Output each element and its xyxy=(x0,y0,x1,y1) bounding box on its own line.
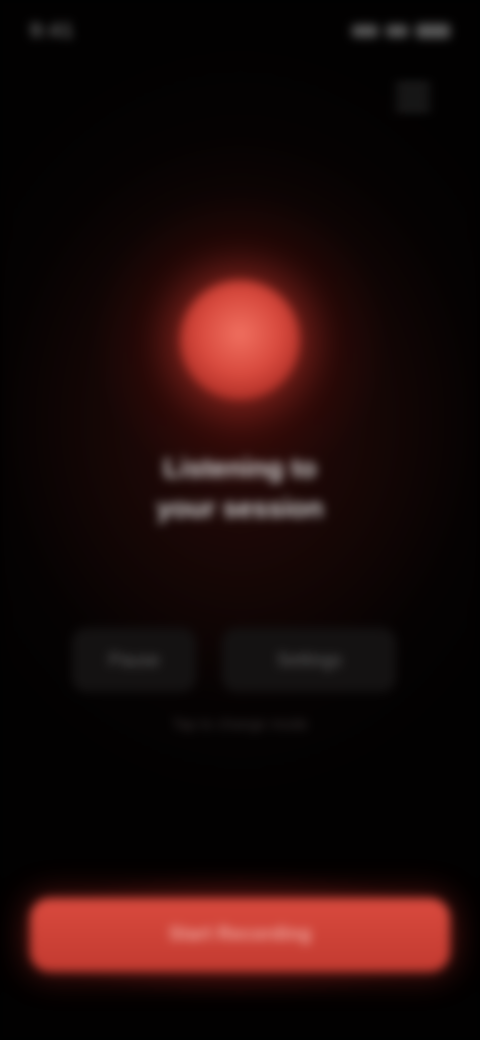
option-pause-button[interactable]: Pause xyxy=(72,628,197,692)
headline-line-1: Listening to xyxy=(163,453,317,483)
helper-text: Tap to change mode xyxy=(172,716,308,733)
start-recording-button[interactable]: Start Recording xyxy=(30,898,450,972)
option-settings-button[interactable]: Settings xyxy=(222,628,396,692)
status-time: 9:41 xyxy=(30,19,75,42)
status-icons xyxy=(352,24,450,38)
headline-line-2: your session xyxy=(156,493,324,523)
menu-icon[interactable] xyxy=(396,84,430,110)
record-orb[interactable] xyxy=(180,280,300,400)
status-bar: 9:41 xyxy=(30,14,450,48)
headline: Listening to your session xyxy=(60,448,420,528)
battery-icon xyxy=(416,24,450,38)
app-screen: 9:41 Listening to your session Pause Set… xyxy=(0,0,480,1040)
wifi-icon xyxy=(386,25,408,37)
option-row: Pause Settings xyxy=(72,628,396,692)
signal-icon xyxy=(352,25,378,37)
